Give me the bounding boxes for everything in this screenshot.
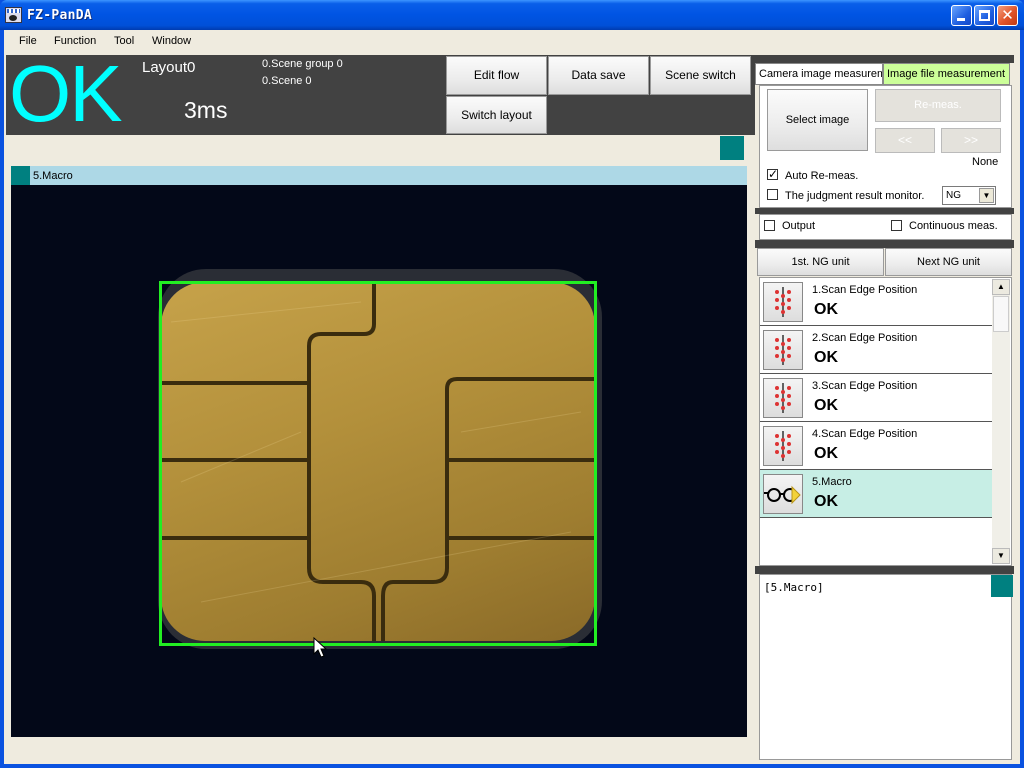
unit-result: OK xyxy=(814,397,838,414)
overall-judgement: OK xyxy=(9,49,123,138)
auto-remeas-label: Auto Re-meas. xyxy=(785,170,859,182)
unit-list-scrollbar[interactable]: ▲ ▼ xyxy=(992,279,1010,564)
scrollbar-thumb[interactable] xyxy=(993,296,1009,332)
scan-edge-icon xyxy=(763,426,803,466)
menu-function[interactable]: Function xyxy=(54,35,96,47)
unit-result: OK xyxy=(814,493,838,510)
window-title: FZ-PanDA xyxy=(27,8,93,23)
scroll-down-icon[interactable]: ▼ xyxy=(992,548,1010,564)
unit-result: OK xyxy=(814,349,838,366)
unit-result: OK xyxy=(814,445,838,462)
auto-remeas-checkbox[interactable] xyxy=(767,167,778,181)
scene-group-label: 0.Scene group 0 xyxy=(262,58,343,70)
scroll-up-icon[interactable]: ▲ xyxy=(992,279,1010,295)
detail-text: [5.Macro] xyxy=(764,581,824,594)
scene-label: 0.Scene 0 xyxy=(262,75,312,87)
previous-image-button[interactable]: << xyxy=(875,128,935,153)
title-bar[interactable]: FZ-PanDA ✕ xyxy=(0,0,1024,30)
switch-layout-button[interactable]: Switch layout xyxy=(446,96,547,134)
judgment-monitor-select[interactable]: NG ▼ xyxy=(942,186,996,205)
tab-camera-image-measurement[interactable]: Camera image measurement xyxy=(755,63,883,85)
close-button[interactable]: ✕ xyxy=(997,5,1018,26)
unit-name: 3.Scan Edge Position xyxy=(812,380,918,392)
select-image-button[interactable]: Select image xyxy=(767,89,868,151)
unit-name: 5.Macro xyxy=(812,476,852,488)
list-item[interactable]: 4.Scan Edge Position OK xyxy=(760,422,994,470)
list-item[interactable]: 3.Scan Edge Position OK xyxy=(760,374,994,422)
tab-image-file-measurement[interactable]: Image file measurement xyxy=(883,63,1010,85)
maximize-button[interactable] xyxy=(974,5,995,26)
menu-window[interactable]: Window xyxy=(152,35,191,47)
unit-result: OK xyxy=(814,301,838,318)
right-panel-divider-3 xyxy=(755,566,1014,574)
minimize-button[interactable] xyxy=(951,5,972,26)
first-ng-unit-button[interactable]: 1st. NG unit xyxy=(757,248,884,276)
processing-unit-list[interactable]: 1.Scan Edge Position OK 2.Scan Edge Posi… xyxy=(759,277,1012,566)
output-label: Output xyxy=(782,220,816,232)
minimize-icon xyxy=(957,18,965,21)
right-panel-top-bar xyxy=(755,55,1014,63)
camera-image-view[interactable] xyxy=(11,185,747,737)
edit-flow-button[interactable]: Edit flow xyxy=(446,56,547,95)
unit-name: 1.Scan Edge Position xyxy=(812,284,918,296)
app-icon xyxy=(5,7,22,23)
image-header-label: 5.Macro xyxy=(33,170,73,182)
re-meas-button[interactable]: Re-meas. xyxy=(875,89,1001,122)
detail-panel: [5.Macro] xyxy=(759,574,1013,760)
scan-edge-icon xyxy=(763,282,803,322)
header-marker xyxy=(11,166,30,185)
image-header: 5.Macro xyxy=(11,166,747,185)
next-ng-unit-button[interactable]: Next NG unit xyxy=(885,248,1012,276)
continuous-meas-checkbox[interactable] xyxy=(891,220,902,231)
image-file-name: None xyxy=(972,156,999,168)
maximize-icon xyxy=(979,10,990,21)
data-save-button[interactable]: Data save xyxy=(548,56,649,95)
scene-switch-button[interactable]: Scene switch xyxy=(650,56,751,95)
macro-glasses-icon xyxy=(763,474,803,514)
judgment-monitor-checkbox[interactable] xyxy=(767,189,778,200)
detail-window-marker[interactable] xyxy=(991,575,1013,597)
client-area: File Function Tool Window OK Layout0 3ms… xyxy=(4,30,1020,764)
judgment-monitor-label: The judgment result monitor. xyxy=(785,190,925,202)
right-panel-divider-2 xyxy=(755,240,1014,248)
processing-time: 3ms xyxy=(184,97,228,123)
unit-name: 4.Scan Edge Position xyxy=(812,428,918,440)
judgment-monitor-value: NG xyxy=(946,190,961,201)
list-item[interactable]: 1.Scan Edge Position OK xyxy=(760,278,994,326)
unit-name: 2.Scan Edge Position xyxy=(812,332,918,344)
mouse-cursor-icon xyxy=(313,637,327,658)
layout-name: Layout0 xyxy=(142,59,196,76)
list-item[interactable]: 5.Macro OK xyxy=(760,470,994,518)
close-icon: ✕ xyxy=(1001,6,1014,24)
output-checkbox[interactable] xyxy=(764,220,775,231)
menu-file[interactable]: File xyxy=(19,35,37,47)
next-image-button[interactable]: >> xyxy=(941,128,1001,153)
menu-tool[interactable]: Tool xyxy=(114,35,134,47)
measurement-region-box[interactable] xyxy=(159,281,597,646)
chevron-down-icon[interactable]: ▼ xyxy=(979,188,994,203)
image-window-marker[interactable] xyxy=(720,136,744,160)
menu-bar: File Function Tool Window xyxy=(4,30,1020,53)
scan-edge-icon xyxy=(763,378,803,418)
list-item[interactable]: 2.Scan Edge Position OK xyxy=(760,326,994,374)
continuous-meas-label: Continuous meas. xyxy=(909,220,998,232)
scan-edge-icon xyxy=(763,330,803,370)
